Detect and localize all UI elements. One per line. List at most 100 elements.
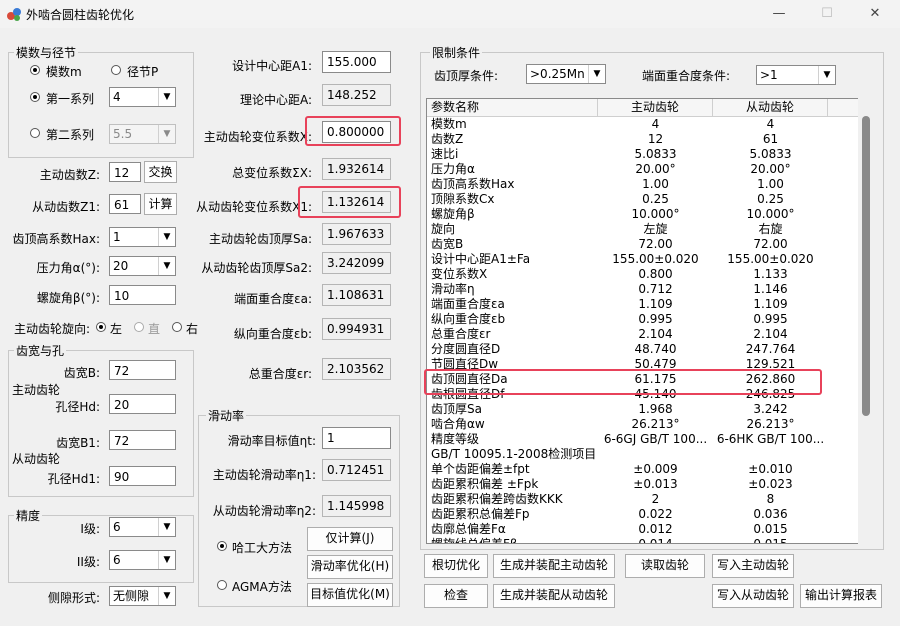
table-row[interactable]: 齿宽B 72.00 72.00	[427, 237, 859, 252]
minimize-icon[interactable]: —	[764, 4, 794, 24]
header-driven-gear[interactable]: 从动齿轮	[713, 99, 828, 116]
backlash-select[interactable]: 无侧隙 ▼	[109, 586, 176, 606]
driven-gear-cell: 0.015	[753, 537, 788, 544]
helix-input[interactable]: 10	[109, 285, 176, 305]
slide-group-title: 滑动率	[206, 407, 247, 424]
table-row[interactable]: 齿距累积总偏差Fp 0.022 0.036	[427, 507, 859, 522]
table-row[interactable]: 螺旋线总偏差Fβ 0.014 0.015	[427, 537, 859, 544]
table-row[interactable]: 啮合角αw 26.213° 26.213°	[427, 417, 859, 432]
write-driven-gear-button[interactable]: 写入从动齿轮	[712, 584, 794, 608]
param-name-cell: 齿顶高系数Hax	[431, 177, 515, 191]
hole-hd1-input[interactable]: 90	[109, 466, 176, 486]
target-optimize-button[interactable]: 目标值优化(M)	[307, 583, 393, 607]
scroll-thumb[interactable]	[862, 116, 870, 416]
pressure-select[interactable]: 20 ▼	[109, 256, 176, 276]
table-row[interactable]: 齿顶厚Sa 1.968 3.242	[427, 402, 859, 417]
hax-value: 1	[113, 230, 121, 244]
hole-hd-input[interactable]: 20	[109, 394, 176, 414]
level2-select[interactable]: 6 ▼	[109, 550, 176, 570]
radio-rotation-right[interactable]	[172, 322, 182, 332]
backlash-value: 无侧隙	[113, 589, 150, 603]
drive-gear-cell: 155.00±0.020	[612, 252, 699, 266]
radio-module[interactable]	[30, 65, 40, 75]
tip-condition-select[interactable]: >0.25Mn ▼	[526, 64, 606, 84]
radio-method-hit[interactable]	[217, 541, 227, 551]
table-row[interactable]: 齿廓总偏差Fα 0.012 0.015	[427, 522, 859, 537]
root-cut-optimize-button[interactable]: 根切优化	[424, 554, 488, 578]
table-row[interactable]: 压力角α 20.00° 20.00°	[427, 162, 859, 177]
drive-slide-label: 主动齿轮滑动率η1:	[212, 468, 316, 482]
width-b1-input[interactable]: 72	[109, 430, 176, 450]
drive-gear-cell: ±0.013	[633, 477, 678, 491]
table-row[interactable]: 端面重合度εa 1.109 1.109	[427, 297, 859, 312]
table-row[interactable]: 模数m 4 4	[427, 117, 859, 132]
table-row[interactable]: 精度等级 6-6GJ GB/T 100... 6-6HK GB/T 100...	[427, 432, 859, 447]
calc-only-button[interactable]: 仅计算(J)	[307, 527, 393, 551]
driven-slide-label: 从动齿轮滑动率η2:	[212, 504, 316, 518]
table-row[interactable]: 齿顶高系数Hax 1.00 1.00	[427, 177, 859, 192]
table-row[interactable]: 纵向重合度εb 0.995 0.995	[427, 312, 859, 327]
table-row[interactable]: 旋向 左旋 右旋	[427, 222, 859, 237]
swap-button[interactable]: 交换	[144, 161, 177, 183]
table-row[interactable]: 设计中心距A1±Fa 155.00±0.020 155.00±0.020	[427, 252, 859, 267]
generate-drive-gear-button[interactable]: 生成并装配主动齿轮	[493, 554, 615, 578]
param-name-cell: 齿数Z	[431, 132, 464, 146]
calc-button[interactable]: 计算	[144, 193, 177, 215]
table-row[interactable]: 滑动率η 0.712 1.146	[427, 282, 859, 297]
drive-gear-label: 主动齿轮	[12, 383, 61, 397]
face-contact-label: 端面重合度εa:	[234, 292, 312, 306]
design-center-input[interactable]: 155.000	[322, 51, 391, 73]
param-name-cell: 压力角α	[431, 162, 475, 176]
table-row[interactable]: 变位系数X 0.800 1.133	[427, 267, 859, 282]
read-gear-button[interactable]: 读取齿轮	[625, 554, 705, 578]
table-row[interactable]: 速比i 5.0833 5.0833	[427, 147, 859, 162]
total-contact-value: 2.103562	[322, 358, 391, 380]
series1-select[interactable]: 4 ▼	[109, 87, 176, 107]
table-row[interactable]: 顶隙系数Cx 0.25 0.25	[427, 192, 859, 207]
radio-pitch[interactable]	[111, 65, 121, 75]
table-row[interactable]: 单个齿距偏差±fpt ±0.009 ±0.010	[427, 462, 859, 477]
maximize-icon[interactable]: ☐	[812, 4, 842, 24]
param-name-cell: 齿廓总偏差Fα	[431, 522, 506, 536]
radio-method-agma[interactable]	[217, 580, 227, 590]
table-row[interactable]: GB/T 10095.1-2008检测项目	[427, 447, 859, 462]
radio-pitch-label: 径节P	[127, 65, 159, 79]
table-row[interactable]: 分度圆直径D 48.740 247.764	[427, 342, 859, 357]
export-report-button[interactable]: 输出计算报表	[800, 584, 882, 608]
drive-gear-cell: 1.00	[642, 177, 669, 191]
width-b-label: 齿宽B:	[63, 366, 100, 380]
hax-select[interactable]: 1 ▼	[109, 227, 176, 247]
generate-driven-gear-button[interactable]: 生成并装配从动齿轮	[493, 584, 615, 608]
slide-optimize-button[interactable]: 滑动率优化(H)	[307, 555, 393, 579]
close-icon[interactable]: ✕	[860, 4, 890, 24]
param-name-cell: 齿宽B	[431, 237, 464, 251]
radio-rotation-straight[interactable]	[134, 322, 144, 332]
table-row[interactable]: 螺旋角β 10.000° 10.000°	[427, 207, 859, 222]
radio-series2[interactable]	[30, 128, 40, 138]
drive-gear-cell: 2.104	[638, 327, 673, 341]
width-b-input[interactable]: 72	[109, 360, 176, 380]
table-row[interactable]: 齿距累积偏差跨齿数KKK 2 8	[427, 492, 859, 507]
contact-condition-select[interactable]: >1 ▼	[756, 65, 836, 85]
level1-select[interactable]: 6 ▼	[109, 517, 176, 537]
series1-value: 4	[113, 90, 121, 104]
table-row[interactable]: 总重合度εr 2.104 2.104	[427, 327, 859, 342]
hax-label: 齿顶高系数Hax:	[12, 232, 100, 246]
table-row[interactable]: 齿距累积偏差 ±Fpk ±0.013 ±0.023	[427, 477, 859, 492]
driven-gear-cell: 0.036	[753, 507, 788, 521]
write-drive-gear-button[interactable]: 写入主动齿轮	[712, 554, 794, 578]
teeth1-input[interactable]: 12	[109, 162, 141, 182]
table-row[interactable]: 齿数Z 12 61	[427, 132, 859, 147]
series2-select[interactable]: 5.5 ▼	[109, 124, 176, 144]
driven-gear-cell: 2.104	[753, 327, 788, 341]
slide-target-input[interactable]: 1	[322, 427, 391, 449]
constraints-title: 限制条件	[430, 44, 483, 61]
radio-series1[interactable]	[30, 92, 40, 102]
contact-condition-label: 端面重合度条件:	[642, 69, 731, 83]
header-param-name[interactable]: 参数名称	[427, 99, 598, 116]
table-scrollbar[interactable]	[858, 98, 874, 544]
check-button[interactable]: 检查	[424, 584, 488, 608]
header-drive-gear[interactable]: 主动齿轮	[598, 99, 713, 116]
teeth2-input[interactable]: 61	[109, 194, 141, 214]
radio-rotation-left[interactable]	[96, 322, 106, 332]
